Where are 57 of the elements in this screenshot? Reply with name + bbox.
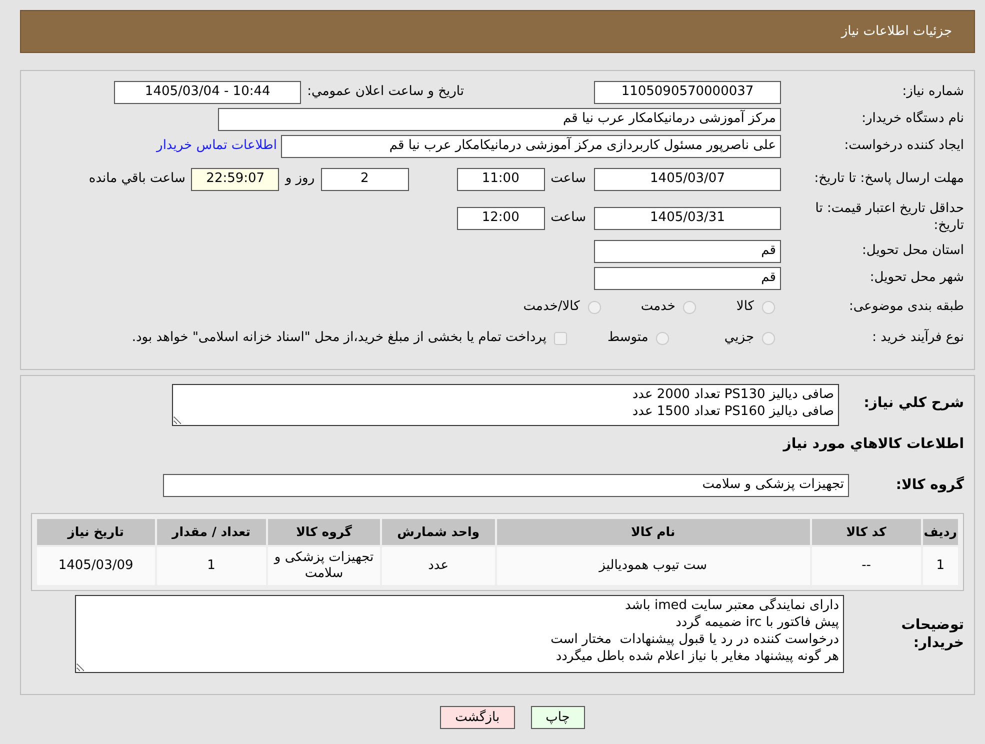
field-label: توضیحات خریدار: bbox=[900, 616, 964, 652]
option-label: کالا bbox=[736, 298, 754, 316]
field-label: نوع فرآیند خرید : bbox=[871, 330, 964, 346]
time-field[interactable]: 12:00 bbox=[456, 206, 545, 230]
buyer-org-field[interactable]: مرکز آموزشی درمانیکامکار عرب نیا قم bbox=[218, 108, 781, 130]
buyer-notes-field[interactable]: دارای نمایندگی معتبر سایت imed باشد پیش فاکتور با irc ضمیمه گردد درخواست کننده در رد یا قبول پیشنهادات مختار است هر گونه پیشنهاد مغایر با نیاز اعلام شده باطل میگردد bbox=[75, 595, 844, 673]
field-label: حداقل تاریخ اعتبار قیمت: تا تاریخ: bbox=[814, 201, 964, 235]
table-cell: 1405/03/09 bbox=[37, 547, 155, 585]
province-field[interactable]: قم bbox=[594, 240, 781, 262]
column-header: تعداد / مقدار bbox=[156, 519, 266, 545]
field-label: طبقه بندی موضوعی: bbox=[848, 298, 964, 316]
field-label: ساعت bbox=[550, 170, 586, 188]
column-header: تاریخ نیاز bbox=[37, 519, 155, 545]
time-field[interactable]: 11:00 bbox=[456, 168, 545, 190]
column-header: کد کالا bbox=[812, 519, 921, 545]
option-label: متوسط bbox=[607, 329, 648, 348]
table-cell: ست تیوب همودیالیز bbox=[496, 547, 810, 585]
need-number-field[interactable]: 1105090570000037 bbox=[594, 80, 781, 104]
table-cell: تجهیزات پزشکی و سلامت bbox=[268, 547, 380, 585]
date-field[interactable]: 1405/03/07 bbox=[594, 168, 781, 190]
contact-link[interactable]: اطلاعات تماس خریدار bbox=[156, 136, 277, 156]
date-field[interactable]: 1405/03/31 bbox=[594, 206, 781, 230]
field-label: شرح کلي نياز: bbox=[862, 394, 964, 412]
table-cell: -- bbox=[812, 547, 921, 585]
column-header: واحد شمارش bbox=[382, 519, 494, 545]
goods-group-field[interactable]: تجهیزات پزشکی و سلامت bbox=[163, 474, 849, 496]
field-label: ایجاد کننده درخواست: bbox=[843, 138, 964, 154]
city-field[interactable]: قم bbox=[594, 266, 781, 290]
requester-field[interactable]: علی ناصرپور مسئول کاربردازی مرکز آموزشی درمانیکامکار عرب نیا قم bbox=[281, 134, 781, 158]
days-field[interactable]: 2 bbox=[320, 168, 409, 190]
field-label: نام دستگاه خریدار: bbox=[860, 110, 964, 128]
back-button[interactable]: بازگشت bbox=[440, 706, 515, 729]
option-label: جزيي bbox=[724, 329, 754, 348]
field-label: تاریخ و ساعت اعلان عمومي: bbox=[307, 83, 464, 102]
field-label: روز و bbox=[285, 170, 315, 188]
column-header: گروه کالا bbox=[268, 519, 380, 545]
table-cell: 1 bbox=[156, 547, 266, 585]
column-header: ردیف bbox=[922, 519, 958, 545]
field-label: گروه کالا: bbox=[894, 476, 964, 494]
option-label: پرداخت تمام یا بخشی از مبلغ خرید،از محل "اسناد خزانه اسلامی" خواهد بود. bbox=[132, 329, 546, 348]
column-header: نام کالا bbox=[496, 519, 810, 545]
table-cell: 1 bbox=[922, 547, 958, 585]
announce-date-field[interactable]: 1405/03/04 - 10:44 bbox=[114, 80, 302, 104]
option-label: کالا/خدمت bbox=[523, 298, 580, 316]
option-label: خدمت bbox=[640, 298, 676, 316]
field-label: ساعت باقي مانده bbox=[88, 170, 186, 188]
description-field[interactable]: صافی دیالیز PS130 تعداد 2000 عدد صافی دیالیز PS160 تعداد 1500 عدد bbox=[172, 384, 839, 426]
print-button[interactable]: چاپ bbox=[530, 706, 585, 729]
page-title: جزئیات اطلاعات نیاز bbox=[841, 22, 952, 41]
field-label: ساعت bbox=[550, 209, 586, 228]
field-label: استان محل تحویل: bbox=[861, 242, 964, 260]
remaining-time-field[interactable]: 22:59:07 bbox=[191, 168, 280, 190]
field-label: شهر محل تحویل: bbox=[868, 270, 964, 286]
section-heading: اطلاعات کالاهاي مورد نياز bbox=[783, 434, 964, 454]
field-label: مهلت ارسال پاسخ: تا تاریخ: bbox=[813, 170, 964, 188]
field-label: شماره نیاز: bbox=[901, 84, 964, 100]
table-cell: عدد bbox=[382, 547, 494, 585]
